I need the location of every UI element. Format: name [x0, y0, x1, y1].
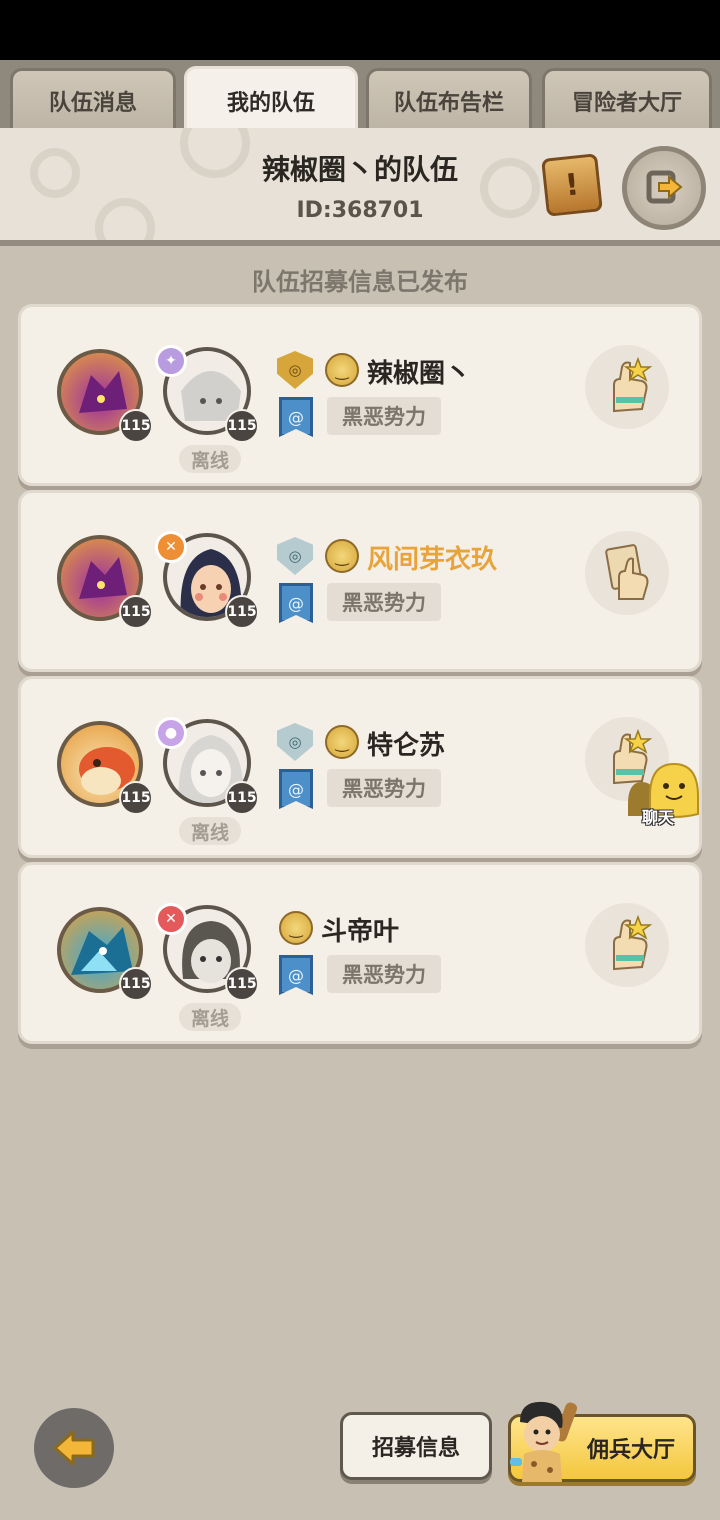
arcane-class-icon: ✦	[155, 345, 187, 377]
publish-note: 队伍招募信息已发布	[252, 268, 468, 296]
player-name[interactable]: 辣椒圈丶	[367, 353, 471, 390]
faction-flag-icon: @	[279, 583, 313, 623]
emote-icon: ‿	[279, 911, 313, 945]
chat-label[interactable]: 聊天	[634, 804, 682, 828]
faction-label: 黑恶势力	[327, 955, 441, 993]
like-hand-icon[interactable]	[585, 903, 669, 987]
recruit-info-button[interactable]: 招募信息	[340, 1412, 492, 1480]
team-id: ID:368701	[296, 198, 424, 223]
tab-team-messages[interactable]: 队伍消息	[10, 68, 176, 130]
member-card: 115 115 ✦ 离线 ◎ ‿ 辣椒圈丶 @ 黑恶势力	[18, 304, 702, 486]
faction-flag-icon: @	[279, 955, 313, 995]
back-arrow-icon[interactable]	[34, 1408, 114, 1488]
team-title: 辣椒圈丶的队伍	[261, 153, 458, 186]
warrior-class-icon: ✕	[155, 531, 187, 563]
silver-rank-icon: ◎	[277, 723, 313, 761]
hero-level: 115	[225, 595, 259, 629]
faction-flag-icon: @	[279, 397, 313, 437]
offline-badge: 离线	[179, 445, 241, 473]
emote-icon: ‿	[325, 539, 359, 573]
silver-rank-icon: ◎	[277, 537, 313, 575]
manage-card-icon[interactable]	[585, 531, 669, 615]
like-hand-icon[interactable]	[585, 345, 669, 429]
hero-level: 115	[225, 781, 259, 815]
scroll-icon[interactable]: !	[541, 153, 603, 217]
player-name[interactable]: 斗帝叶	[321, 911, 399, 948]
faction-label: 黑恶势力	[327, 583, 441, 621]
emote-icon: ‿	[325, 725, 359, 759]
mage-class-icon: ●	[155, 717, 187, 749]
offline-badge: 离线	[179, 1003, 241, 1031]
player-name[interactable]: 风间芽衣玖	[367, 539, 497, 576]
exit-team-icon[interactable]	[622, 146, 706, 230]
pet-level: 115	[119, 967, 153, 1001]
member-card: 115 115 ● 离线 ◎ ‿ 特仑苏 @ 黑恶势力	[18, 676, 702, 858]
tab-bar: 队伍消息 我的队伍 队伍布告栏 冒险者大厅	[0, 60, 720, 132]
pet-level: 115	[119, 409, 153, 443]
tab-team-board[interactable]: 队伍布告栏	[366, 68, 532, 130]
player-name[interactable]: 特仑苏	[367, 725, 445, 762]
faction-label: 黑恶势力	[327, 397, 441, 435]
hero-level: 115	[225, 967, 259, 1001]
tab-my-team[interactable]: 我的队伍	[184, 66, 358, 132]
faction-flag-icon: @	[279, 769, 313, 809]
tab-adventurer-hall[interactable]: 冒险者大厅	[542, 68, 712, 130]
faction-label: 黑恶势力	[327, 769, 441, 807]
gold-rank-icon: ◎	[277, 351, 313, 389]
member-card: 115 115 ✕ 离线 ‿ 斗帝叶 @ 黑恶势力	[18, 862, 702, 1044]
pet-level: 115	[119, 595, 153, 629]
emote-icon: ‿	[325, 353, 359, 387]
pet-level: 115	[119, 781, 153, 815]
assassin-class-icon: ✕	[155, 903, 187, 935]
hero-level: 115	[225, 409, 259, 443]
caveman-avatar-icon	[510, 1398, 584, 1482]
member-card: 115 115 ✕ ◎ ‿ 风间芽衣玖 @ 黑恶势力	[18, 490, 702, 672]
team-header: 辣椒圈丶的队伍 ID:368701 !	[0, 128, 720, 246]
status-bar	[0, 0, 720, 60]
offline-badge: 离线	[179, 817, 241, 845]
